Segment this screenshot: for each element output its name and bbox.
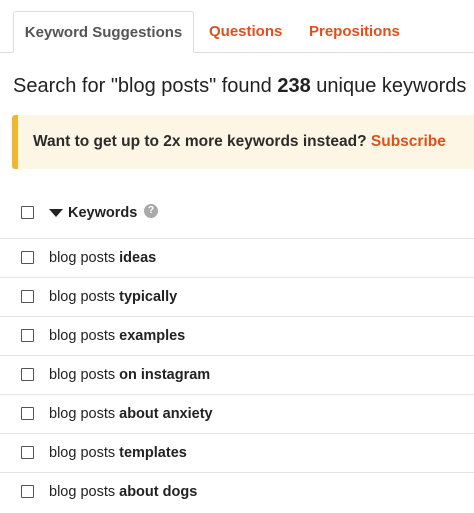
keyword-tool-panel: Keyword Suggestions Questions Prepositio… bbox=[0, 0, 474, 513]
keyword-base: blog posts bbox=[49, 250, 120, 266]
keyword-suffix: typically bbox=[119, 289, 178, 305]
banner-message: Want to get up to 2x more keywords inste… bbox=[33, 115, 446, 169]
row-checkbox[interactable] bbox=[21, 407, 34, 420]
keywords-column-header[interactable]: Keywords bbox=[68, 204, 137, 222]
table-row: blog posts ideas bbox=[0, 238, 474, 277]
row-checkbox[interactable] bbox=[21, 251, 34, 264]
upgrade-banner: Want to get up to 2x more keywords inste… bbox=[12, 115, 474, 169]
select-all-checkbox[interactable] bbox=[21, 206, 34, 219]
table-row: blog posts examples bbox=[0, 316, 474, 355]
keyword-list: blog posts ideas blog posts typically bl… bbox=[0, 238, 474, 511]
table-row: blog posts templates bbox=[0, 433, 474, 472]
keyword-base: blog posts bbox=[49, 484, 120, 500]
row-checkbox[interactable] bbox=[21, 485, 34, 498]
tab-questions[interactable]: Questions bbox=[209, 11, 282, 53]
keyword-text[interactable]: blog posts templates bbox=[49, 444, 187, 462]
keyword-text[interactable]: blog posts on instagram bbox=[49, 366, 210, 384]
row-checkbox[interactable] bbox=[21, 290, 34, 303]
keyword-text[interactable]: blog posts examples bbox=[49, 327, 185, 345]
keyword-base: blog posts bbox=[49, 406, 120, 422]
keyword-suffix: on instagram bbox=[119, 367, 211, 383]
tab-keyword-suggestions[interactable]: Keyword Suggestions bbox=[13, 11, 194, 53]
banner-text: Want to get up to 2x more keywords inste… bbox=[33, 133, 371, 150]
keyword-base: blog posts bbox=[49, 328, 120, 344]
summary-suffix: unique keywords bbox=[310, 75, 467, 97]
keyword-text[interactable]: blog posts ideas bbox=[49, 249, 156, 267]
keyword-text[interactable]: blog posts about anxiety bbox=[49, 405, 213, 423]
keyword-suffix: templates bbox=[119, 445, 187, 461]
subscribe-link[interactable]: Subscribe bbox=[371, 133, 446, 150]
table-row: blog posts about dogs bbox=[0, 472, 474, 511]
help-icon[interactable]: ? bbox=[144, 204, 158, 218]
keyword-text[interactable]: blog posts typically bbox=[49, 288, 177, 306]
keyword-suffix: ideas bbox=[119, 250, 157, 266]
sort-caret-down-icon[interactable] bbox=[49, 209, 63, 217]
keyword-suffix: about anxiety bbox=[119, 406, 213, 422]
keyword-text[interactable]: blog posts about dogs bbox=[49, 483, 197, 501]
table-row: blog posts typically bbox=[0, 277, 474, 316]
tab-prepositions[interactable]: Prepositions bbox=[309, 11, 400, 53]
table-row: blog posts about anxiety bbox=[0, 394, 474, 433]
keyword-base: blog posts bbox=[49, 445, 120, 461]
results-summary: Search for "blog posts" found 238 unique… bbox=[13, 73, 466, 99]
keyword-suffix: examples bbox=[119, 328, 186, 344]
table-row: blog posts on instagram bbox=[0, 355, 474, 394]
keyword-suffix: about dogs bbox=[119, 484, 198, 500]
row-checkbox[interactable] bbox=[21, 368, 34, 381]
keyword-base: blog posts bbox=[49, 289, 120, 305]
tab-bar: Keyword Suggestions Questions Prepositio… bbox=[0, 0, 474, 53]
row-checkbox[interactable] bbox=[21, 329, 34, 342]
table-header: Keywords ? bbox=[0, 192, 474, 237]
row-checkbox[interactable] bbox=[21, 446, 34, 459]
result-count: 238 bbox=[277, 75, 311, 97]
summary-prefix: Search for "blog posts" found bbox=[13, 75, 278, 97]
keyword-base: blog posts bbox=[49, 367, 120, 383]
